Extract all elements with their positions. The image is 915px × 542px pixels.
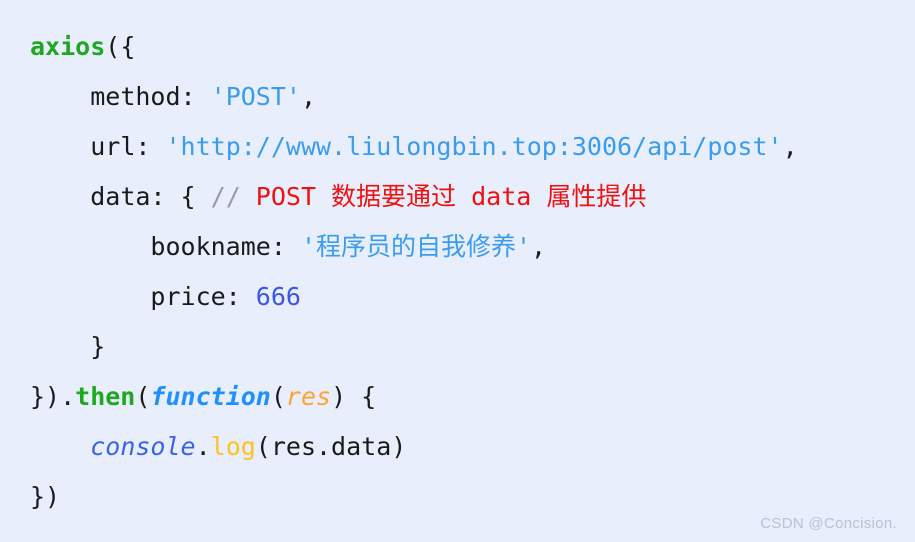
code-token-plain: data: { bbox=[90, 182, 211, 211]
code-token-string: '程序员的自我修养' bbox=[300, 232, 532, 261]
code-token-plain: url: bbox=[90, 132, 166, 161]
code-token-plain: , bbox=[531, 232, 547, 261]
code-token-plain: } bbox=[90, 332, 106, 361]
watermark-label: CSDN @Concision. bbox=[760, 515, 897, 532]
code-line: bookname: '程序员的自我修养', bbox=[30, 222, 915, 272]
code-line: price: 666 bbox=[30, 272, 915, 322]
code-lines-container: axios({ method: 'POST', url: 'http://www… bbox=[30, 22, 915, 522]
code-token-plain: . bbox=[195, 432, 211, 461]
code-line: }).then(function(res) { bbox=[30, 372, 915, 422]
code-token-plain: ( bbox=[270, 382, 286, 411]
code-token-string: 'http://www.liulongbin.top:3006/api/post… bbox=[165, 132, 783, 161]
code-line: url: 'http://www.liulongbin.top:3006/api… bbox=[30, 122, 915, 172]
code-token-log-method: log bbox=[210, 432, 256, 461]
code-line: console.log(res.data) bbox=[30, 422, 915, 472]
code-token-comment-slashes: // bbox=[210, 182, 241, 211]
code-token-plain: (res.data) bbox=[255, 432, 407, 461]
code-token-function-name: axios bbox=[30, 32, 106, 61]
code-token-plain: bookname: bbox=[150, 232, 301, 261]
code-token-plain: ( bbox=[135, 382, 151, 411]
code-line: axios({ bbox=[30, 22, 915, 72]
code-token-plain: , bbox=[782, 132, 798, 161]
code-token-plain: ) { bbox=[331, 382, 377, 411]
code-line: } bbox=[30, 322, 915, 372]
code-token-parameter: res bbox=[285, 382, 332, 411]
code-line: data: { // POST 数据要通过 data 属性提供 bbox=[30, 172, 915, 222]
code-token-keyword: function bbox=[150, 382, 271, 411]
code-token-plain: ({ bbox=[105, 32, 136, 61]
code-token-comment-text: POST 数据要通过 data 属性提供 bbox=[240, 182, 647, 211]
code-token-number: 666 bbox=[255, 282, 301, 311]
code-token-plain: price: bbox=[150, 282, 256, 311]
code-token-plain: , bbox=[300, 82, 317, 111]
code-line: method: 'POST', bbox=[30, 72, 915, 122]
code-token-plain: }). bbox=[30, 382, 76, 411]
code-token-plain: }) bbox=[30, 482, 61, 511]
code-token-function-name: then bbox=[75, 382, 136, 411]
code-token-plain: method: bbox=[90, 82, 211, 111]
code-token-string: 'POST' bbox=[210, 82, 301, 111]
code-snippet-block: axios({ method: 'POST', url: 'http://www… bbox=[0, 0, 915, 542]
code-token-object: console bbox=[90, 432, 196, 461]
